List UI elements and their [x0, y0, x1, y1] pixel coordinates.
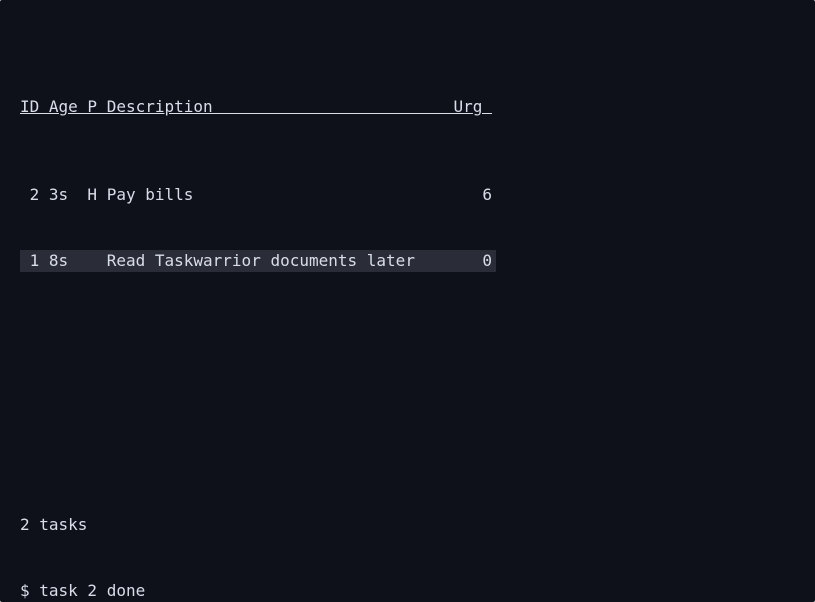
task-table-header: ID Age P Description Urg: [20, 96, 797, 118]
blank-line: [20, 404, 797, 426]
task-table-header-text: ID Age P Description Urg: [20, 97, 492, 116]
task-row: 2 3s H Pay bills 6: [20, 184, 797, 206]
task-row-text: 2 3s H Pay bills 6: [20, 185, 492, 204]
terminal-window[interactable]: ID Age P Description Urg 2 3s H Pay bill…: [0, 0, 815, 602]
task-row-text: 1 8s Read Taskwarrior documents later 0: [20, 250, 496, 272]
blank-line: [20, 338, 797, 360]
task-count: 2 tasks: [20, 514, 797, 536]
shell-prompt-line: $ task 2 done: [20, 580, 797, 602]
task-row-highlighted: 1 8s Read Taskwarrior documents later 0: [20, 250, 797, 272]
